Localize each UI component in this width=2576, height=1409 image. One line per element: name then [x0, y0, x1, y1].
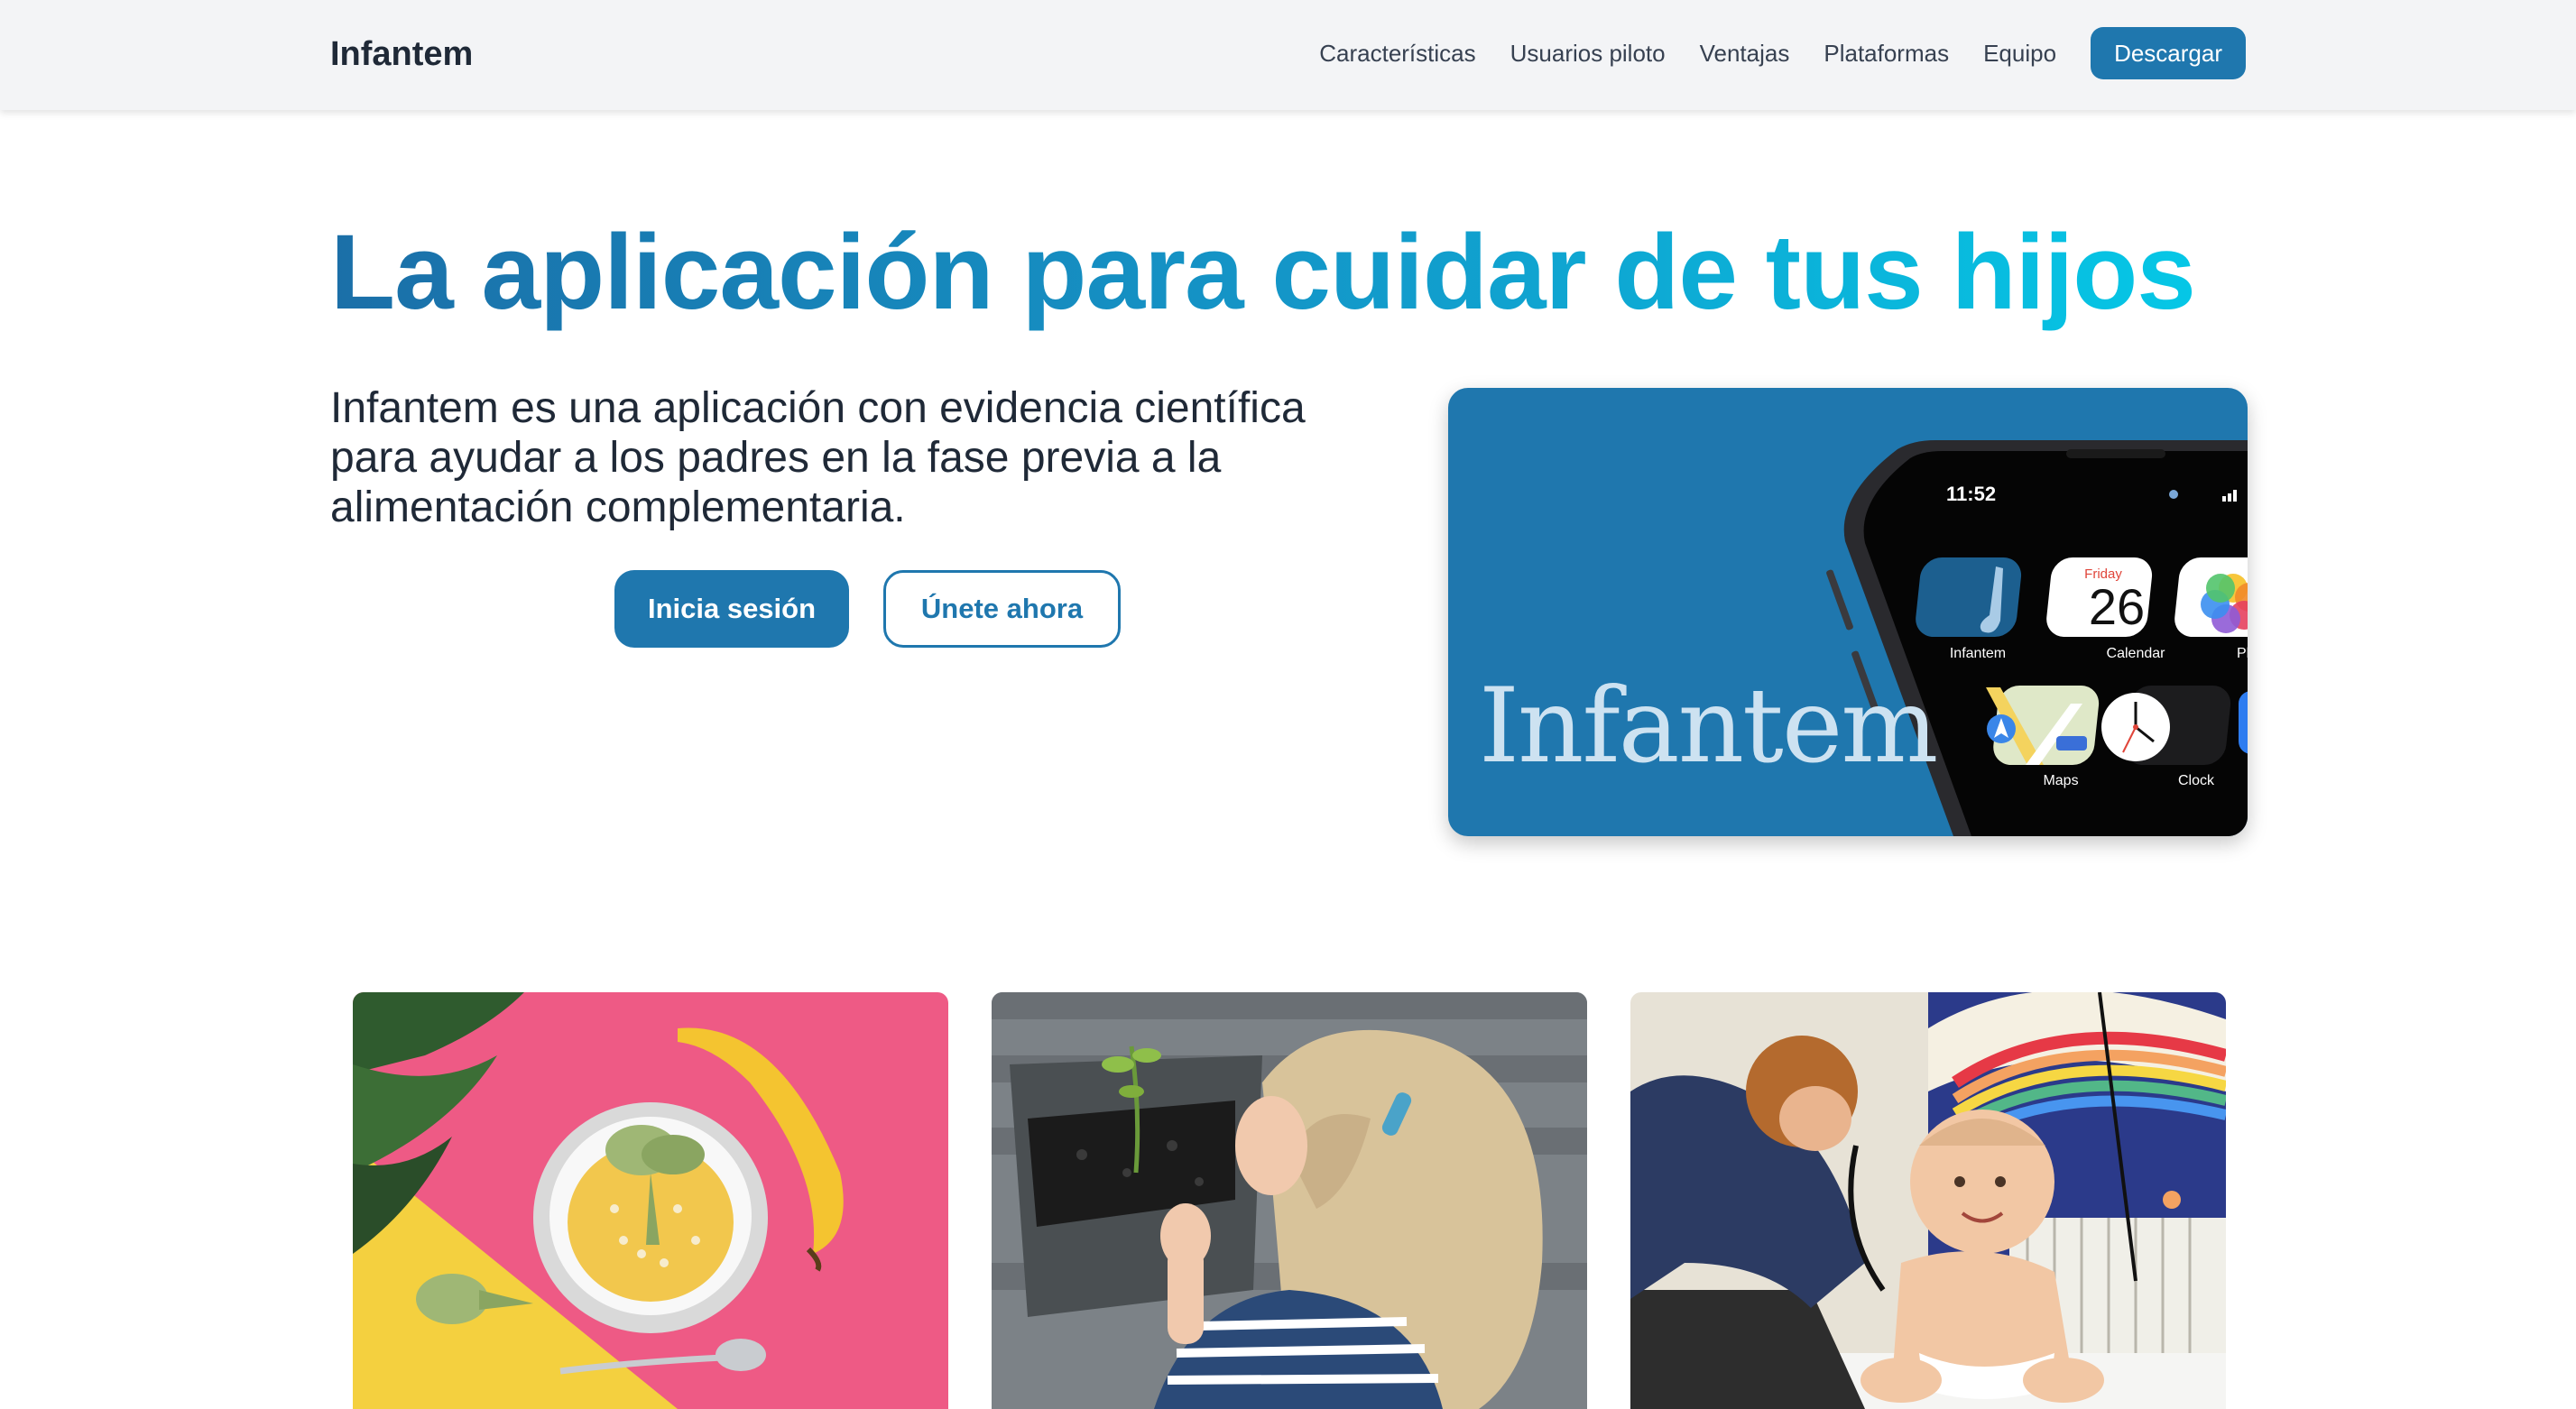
doctor-baby-image — [1630, 992, 2226, 1409]
download-button[interactable]: Descargar — [2091, 27, 2246, 79]
signup-button[interactable]: Únete ahora — [883, 570, 1121, 648]
photo-child-plant — [992, 992, 1587, 1409]
login-button[interactable]: Inicia sesión — [614, 570, 849, 648]
navbar: Infantem Características Usuarios piloto… — [0, 0, 2576, 110]
app-partial-icon — [2239, 691, 2248, 754]
nav-link-usuarios-piloto[interactable]: Usuarios piloto — [1510, 27, 1666, 79]
nav-link-ventajas[interactable]: Ventajas — [1700, 27, 1790, 79]
app-label-photos: Ph — [2237, 646, 2248, 661]
bowl-banana-image — [353, 992, 948, 1409]
photo-bowl-banana — [353, 992, 948, 1409]
app-label-infantem: Infantem — [1950, 646, 2006, 661]
nav-link-equipo[interactable]: Equipo — [1983, 27, 2056, 79]
app-label-clock: Clock — [2178, 773, 2215, 788]
brand-logo[interactable]: Infantem — [330, 31, 473, 78]
phone-time: 11:52 — [1946, 483, 1996, 505]
promo-card: 11:52 Infantem Friday 26 Calendar P Maps… — [1448, 388, 2248, 836]
calendar-date: 26 — [2089, 578, 2145, 635]
photo-doctor-baby — [1630, 992, 2226, 1409]
app-label-calendar: Calendar — [2107, 646, 2166, 661]
nav-link-caracteristicas[interactable]: Características — [1319, 27, 1475, 79]
nav-links: Características Usuarios piloto Ventajas… — [1319, 27, 2246, 79]
nav-link-plataformas[interactable]: Plataformas — [1824, 27, 1949, 79]
hero-description: Infantem es una aplicación con evidencia… — [330, 384, 1306, 531]
hero-title: La aplicación para cuidar de tus hijos — [330, 209, 2196, 336]
promo-wordmark: Infantem — [1479, 666, 1938, 786]
clock-icon — [2101, 693, 2170, 761]
hero-buttons: Inicia sesión Únete ahora — [614, 570, 1121, 648]
privacy-dot-icon — [2169, 490, 2178, 499]
child-plant-image — [992, 992, 1587, 1409]
app-label-maps: Maps — [2043, 773, 2078, 788]
